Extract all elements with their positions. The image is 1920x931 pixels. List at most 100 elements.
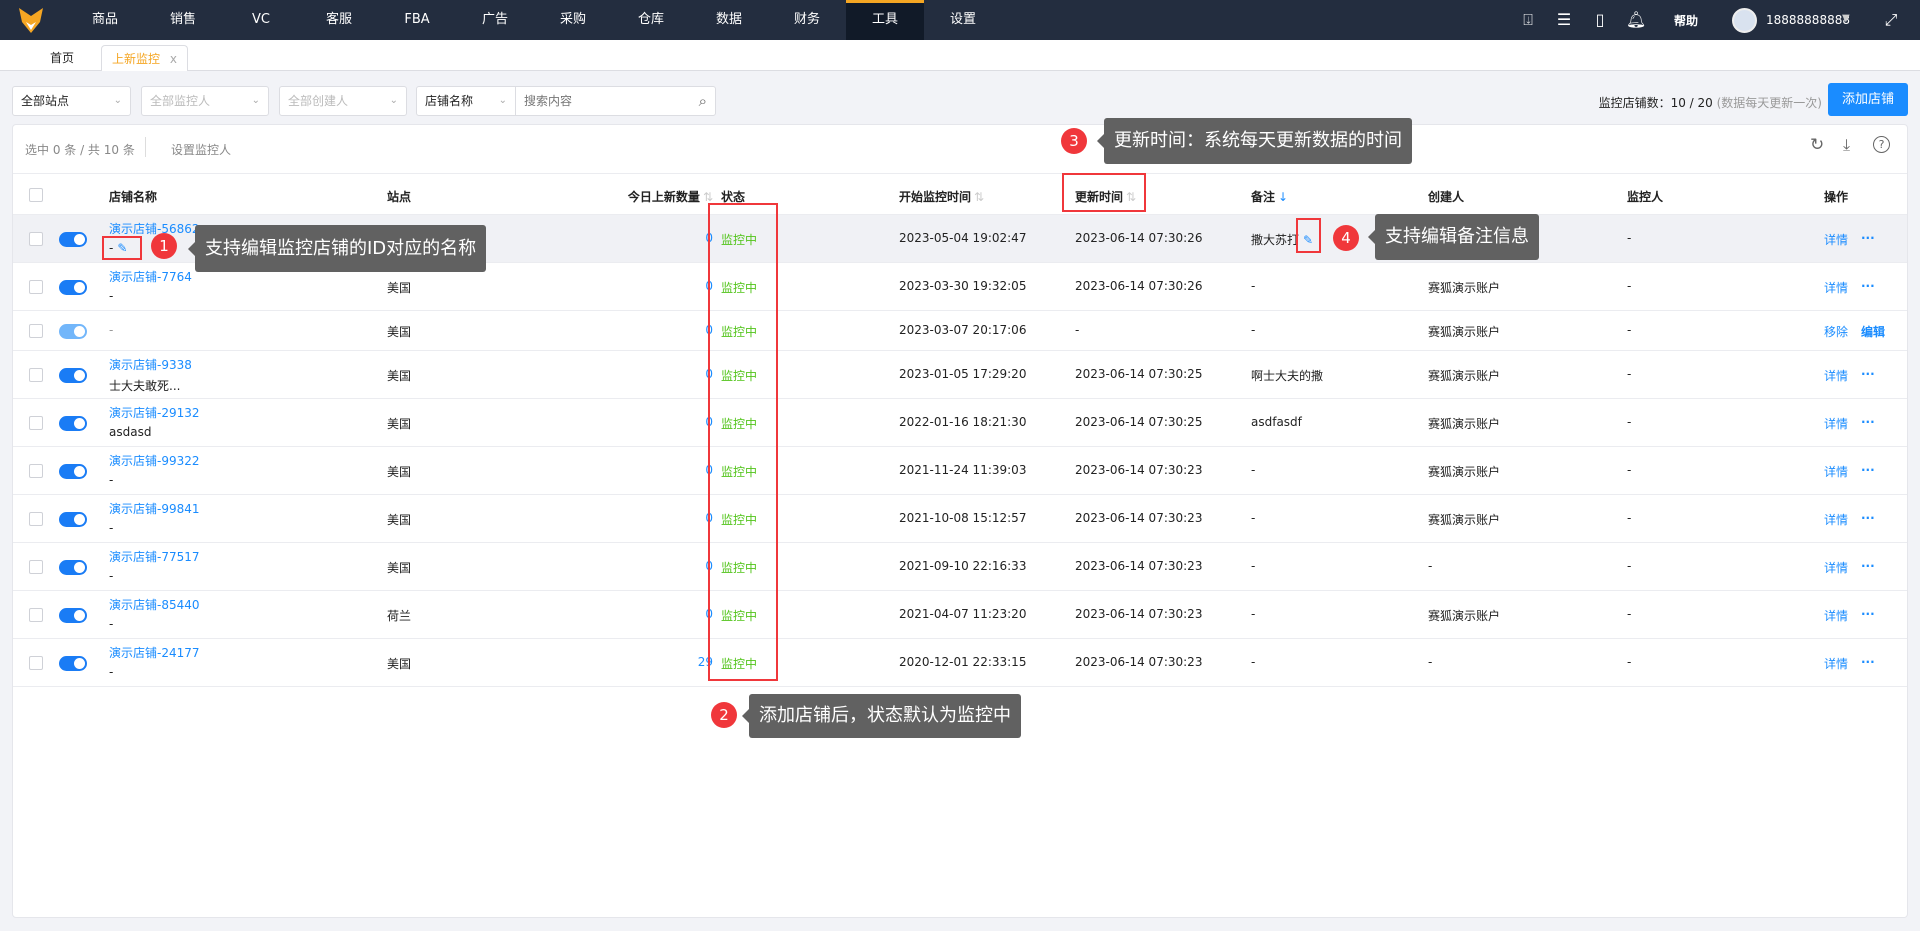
monitor-select[interactable]: 全部监控人 ⌄ [141,86,269,116]
store-name-link[interactable]: 演示店铺-77517 [109,548,200,565]
store-name-link[interactable]: 演示店铺-56862 [109,220,200,237]
row-checkbox[interactable] [29,416,43,430]
monitor-toggle[interactable] [59,416,87,431]
col-remark[interactable]: 备注 ↓ [1251,188,1288,205]
site-select[interactable]: 全部站点 ⌄ [12,86,131,116]
row-checkbox[interactable] [29,368,43,382]
details-link[interactable]: 详情 [1824,655,1848,672]
more-icon[interactable]: ··· [1861,231,1875,245]
nav-item[interactable]: 仓库 [612,0,690,40]
monitor-toggle[interactable] [59,560,87,575]
details-link[interactable]: 详情 [1824,415,1848,432]
monitor-toggle[interactable] [59,656,87,671]
tab-new-monitor[interactable]: 上新监控 x [101,45,188,71]
details-link[interactable]: 详情 [1824,231,1848,248]
nav-item[interactable]: 数据 [690,0,768,40]
row-checkbox[interactable] [29,280,43,294]
creator: 赛狐演示账户 [1428,465,1501,479]
more-icon[interactable]: ··· [1861,415,1875,429]
download-icon[interactable]: ⍗ [1517,9,1539,31]
edit-link[interactable]: 编辑 [1861,323,1885,340]
document-add-icon[interactable]: ☰ [1553,9,1575,31]
nav-item[interactable]: 财务 [768,0,846,40]
monitor-toggle[interactable] [59,324,87,339]
more-icon[interactable]: ··· [1861,655,1875,669]
start-time: 2022-01-16 18:21:30 [899,415,1027,429]
details-link[interactable]: 详情 [1824,559,1848,576]
creator-select[interactable]: 全部创建人 ⌄ [279,86,407,116]
monitor-toggle[interactable] [59,512,87,527]
monitor-toggle[interactable] [59,280,87,295]
nav-item[interactable]: 采购 [534,0,612,40]
more-icon[interactable]: ··· [1861,279,1875,293]
monitor-toggle[interactable] [59,464,87,479]
monitor-toggle[interactable] [59,232,87,247]
details-link[interactable]: 详情 [1824,511,1848,528]
row-checkbox[interactable] [29,608,43,622]
more-icon[interactable]: ··· [1861,463,1875,477]
col-monitor: 监控人 [1627,190,1664,204]
store-name-link[interactable]: 演示店铺-99322 [109,452,200,469]
nav-item[interactable]: 工具 [846,0,924,40]
more-icon[interactable]: ··· [1861,559,1875,573]
more-icon[interactable]: ··· [1861,511,1875,525]
row-checkbox[interactable] [29,656,43,670]
bell-icon[interactable]: 🔔︎ [1625,9,1647,31]
monitor: - [1627,655,1632,669]
row-checkbox[interactable] [29,232,43,246]
details-link[interactable]: 详情 [1824,367,1848,384]
col-today[interactable]: 今日上新数量 ⇅ [628,188,713,205]
more-icon[interactable]: ··· [1861,607,1875,621]
set-monitor-button[interactable]: 设置监控人 [171,141,231,158]
store-alias: - [109,665,113,679]
help-icon[interactable]: ? [1873,136,1890,153]
close-icon[interactable]: x [170,52,177,66]
nav-item[interactable]: FBA [378,0,456,40]
nav-item[interactable]: 客服 [300,0,378,40]
nav-item[interactable]: 设置 [924,0,1002,40]
nav-item[interactable]: 广告 [456,0,534,40]
search-icon[interactable]: ⌕ [699,87,707,115]
nav-item[interactable]: VC [222,0,300,40]
help-link[interactable]: 帮助 [1674,12,1698,29]
select-all-checkbox[interactable] [29,188,43,202]
monitor-toggle[interactable] [59,368,87,383]
fullscreen-icon[interactable]: ⤢ [1880,9,1902,31]
search-field-select[interactable]: 店铺名称 ⌄ [416,86,516,116]
site: 美国 [387,561,412,575]
store-name-link[interactable]: 演示店铺-85440 [109,596,200,613]
monitor-toggle[interactable] [59,608,87,623]
user-name[interactable]: 18888888888 [1766,13,1850,27]
avatar[interactable] [1732,8,1757,33]
search-input[interactable] [524,88,684,114]
col-start[interactable]: 开始监控时间 ⇅ [899,188,984,205]
mobile-icon[interactable]: ▯ [1589,9,1611,31]
store-name-link[interactable]: 演示店铺-99841 [109,500,200,517]
export-icon[interactable]: ⤓ [1843,135,1850,155]
store-name-link[interactable]: 演示店铺-9338 [109,356,192,373]
store-name-link[interactable]: 演示店铺-24177 [109,644,200,661]
store-name-link[interactable]: 演示店铺-7764 [109,268,192,285]
row-checkbox[interactable] [29,324,43,338]
chevron-down-icon[interactable]: ▼ [1842,13,1850,24]
nav-item[interactable]: 商品 [66,0,144,40]
store-alias: - [109,473,113,487]
remark: - [1251,511,1255,525]
fox-logo-icon[interactable] [18,6,44,34]
row-checkbox[interactable] [29,512,43,526]
remark: - [1251,463,1255,477]
row-checkbox[interactable] [29,464,43,478]
nav-item[interactable]: 销售 [144,0,222,40]
details-link[interactable]: 详情 [1824,279,1848,296]
details-link[interactable]: 详情 [1824,463,1848,480]
add-store-button[interactable]: 添加店铺 [1828,83,1908,116]
more-icon[interactable]: ··· [1861,367,1875,381]
start-time: 2023-03-30 19:32:05 [899,279,1027,293]
store-name-link[interactable]: 演示店铺-29132 [109,404,200,421]
refresh-icon[interactable]: ↻ [1810,135,1824,155]
remove-link[interactable]: 移除 [1824,323,1848,340]
details-link[interactable]: 详情 [1824,607,1848,624]
row-checkbox[interactable] [29,560,43,574]
tab-home[interactable]: 首页 [50,45,74,71]
updated-time: 2023-06-14 07:30:25 [1075,367,1203,381]
